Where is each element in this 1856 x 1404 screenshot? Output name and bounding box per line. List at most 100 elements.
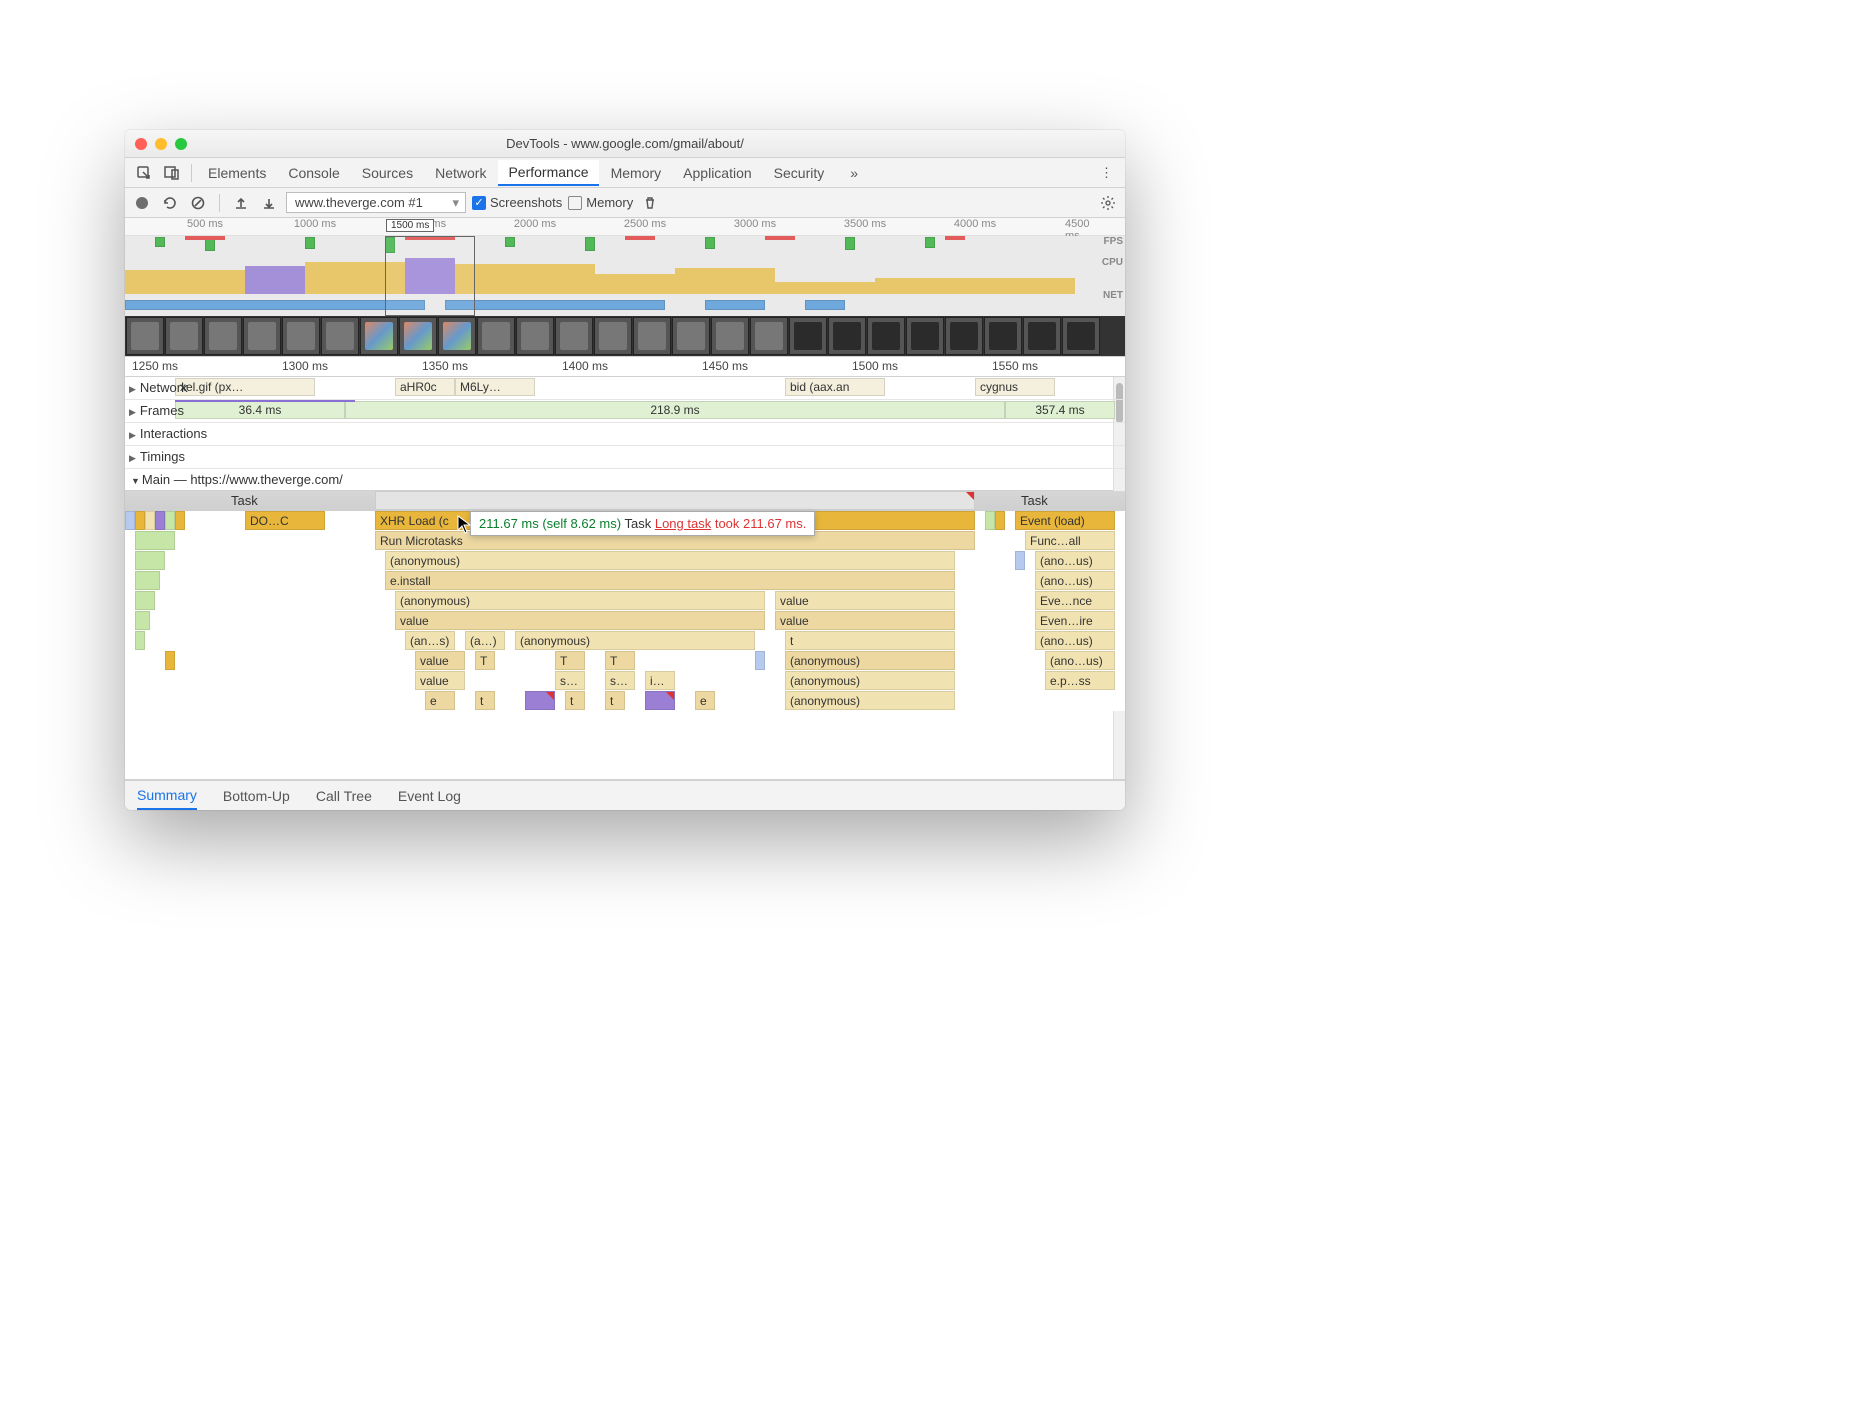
film-frame[interactable] [438, 317, 476, 355]
profile-select[interactable]: www.theverge.com #1 [286, 192, 466, 213]
interactions-track[interactable]: Interactions [125, 423, 1125, 446]
flame-purple[interactable] [525, 691, 555, 710]
tab-performance[interactable]: Performance [498, 160, 598, 186]
flame-value-r2[interactable]: value [775, 611, 955, 630]
flaseg[interactable] [135, 571, 160, 590]
flame-tlow[interactable]: t [475, 691, 495, 710]
flame-value[interactable]: value [395, 611, 765, 630]
flamechart[interactable]: DO…C XHR Load (c Event (load) Run Microt… [125, 511, 1125, 711]
flame-tlow3[interactable]: t [605, 691, 625, 710]
frame-bar[interactable]: 357.4 ms [1005, 401, 1115, 419]
film-frame[interactable] [711, 317, 749, 355]
titlebar[interactable]: DevTools - www.google.com/gmail/about/ [125, 130, 1125, 158]
film-frame[interactable] [477, 317, 515, 355]
tab-application[interactable]: Application [673, 161, 762, 185]
flame-e2[interactable]: e [695, 691, 715, 710]
filmstrip[interactable] [125, 316, 1125, 356]
reload-icon[interactable] [159, 192, 181, 214]
film-frame[interactable] [399, 317, 437, 355]
film-frame[interactable] [243, 317, 281, 355]
frames-track[interactable]: Frames 36.4 ms 218.9 ms 357.4 ms [125, 400, 1125, 423]
flame-T3[interactable]: T [605, 651, 635, 670]
film-frame[interactable] [165, 317, 203, 355]
flame-ano-us4[interactable]: (ano…us) [1045, 651, 1115, 670]
flaseg[interactable] [1015, 551, 1025, 570]
memory-checkbox[interactable]: Memory [568, 195, 633, 210]
flame-anonymous2[interactable]: (anonymous) [395, 591, 765, 610]
flame-segment[interactable] [135, 511, 145, 530]
film-frame[interactable] [633, 317, 671, 355]
tabs-overflow[interactable]: » [840, 161, 868, 185]
flaseg[interactable] [165, 651, 175, 670]
flaseg[interactable] [135, 611, 150, 630]
flame-segment[interactable] [145, 511, 155, 530]
film-frame[interactable] [204, 317, 242, 355]
flame-segment[interactable]: DO…C [245, 511, 325, 530]
screenshots-checkbox[interactable]: ✓ Screenshots [472, 195, 562, 210]
flame-t-right[interactable]: t [785, 631, 955, 650]
film-frame[interactable] [321, 317, 359, 355]
flame-value3[interactable]: value [415, 671, 465, 690]
film-frame[interactable] [282, 317, 320, 355]
flame-anon-r2[interactable]: (anonymous) [785, 671, 955, 690]
main-thread-header[interactable]: Main — https://www.theverge.com/ [125, 469, 1125, 491]
clear-icon[interactable] [187, 192, 209, 214]
network-item[interactable]: aHR0c [395, 378, 455, 396]
flaseg[interactable] [755, 651, 765, 670]
tab-console[interactable]: Console [278, 161, 349, 185]
flaseg[interactable] [135, 631, 145, 650]
zoom-button[interactable] [175, 138, 187, 150]
flame-T1[interactable]: T [475, 651, 495, 670]
film-frame[interactable] [789, 317, 827, 355]
tab-network[interactable]: Network [425, 161, 496, 185]
kebab-menu-icon[interactable]: ⋮ [1094, 165, 1119, 181]
flame-funcall[interactable]: Func…all [1025, 531, 1115, 550]
film-frame[interactable] [750, 317, 788, 355]
overview-ruler[interactable]: 500 ms 1000 ms 1500 ms 2000 ms 2500 ms 3… [125, 218, 1125, 236]
network-item[interactable]: xel.gif (px… [175, 378, 315, 396]
flame-e[interactable]: e [425, 691, 455, 710]
tracks-area[interactable]: Network xel.gif (px… aHR0c M6Ly… bid (aa… [125, 377, 1125, 780]
network-item[interactable]: cygnus [975, 378, 1055, 396]
flame-anon-r[interactable]: (anonymous) [785, 651, 955, 670]
network-item[interactable]: M6Ly… [455, 378, 535, 396]
frame-bar[interactable]: 36.4 ms [175, 401, 345, 419]
film-frame[interactable] [945, 317, 983, 355]
network-item[interactable]: bid (aax.an [785, 378, 885, 396]
timings-track[interactable]: Timings [125, 446, 1125, 469]
frame-bar[interactable]: 218.9 ms [345, 401, 1005, 419]
flame-anon-r3[interactable]: (anonymous) [785, 691, 955, 710]
flame-purple2[interactable] [645, 691, 675, 710]
film-frame[interactable] [828, 317, 866, 355]
flame-eve-nce[interactable]: Eve…nce [1035, 591, 1115, 610]
detail-ruler[interactable]: 1250 ms 1300 ms 1350 ms 1400 ms 1450 ms … [125, 357, 1125, 377]
tab-security[interactable]: Security [764, 161, 835, 185]
flame-even-ire[interactable]: Even…ire [1035, 611, 1115, 630]
flame-anonymous[interactable]: (anonymous) [385, 551, 955, 570]
flame-segment[interactable] [155, 511, 165, 530]
flame-tlow2[interactable]: t [565, 691, 585, 710]
flame-anonymous3[interactable]: (anonymous) [515, 631, 755, 650]
flame-value2[interactable]: value [415, 651, 465, 670]
overview-selection[interactable]: 1500 ms [385, 236, 475, 316]
film-frame[interactable] [906, 317, 944, 355]
tooltip-long-task-link[interactable]: Long task [655, 516, 711, 531]
flame-s2[interactable]: s… [605, 671, 635, 690]
flame-T2[interactable]: T [555, 651, 585, 670]
flaseg[interactable] [135, 551, 165, 570]
flame-segment[interactable] [125, 511, 135, 530]
flaseg[interactable] [135, 531, 175, 550]
flaseg[interactable] [135, 591, 155, 610]
overview-strip[interactable]: 500 ms 1000 ms 1500 ms 2000 ms 2500 ms 3… [125, 218, 1125, 357]
flame-event-load[interactable]: Event (load) [1015, 511, 1115, 530]
tab-bottom-up[interactable]: Bottom-Up [223, 783, 290, 809]
film-frame[interactable] [984, 317, 1022, 355]
flame-value-r[interactable]: value [775, 591, 955, 610]
long-task-bar[interactable] [375, 491, 975, 510]
film-frame[interactable] [555, 317, 593, 355]
task-strip[interactable]: Task Task Task [125, 491, 1125, 511]
flame-ano-us2[interactable]: (ano…us) [1035, 571, 1115, 590]
flame-segment[interactable] [165, 511, 175, 530]
flame-e-install[interactable]: e.install [385, 571, 955, 590]
film-frame[interactable] [1062, 317, 1100, 355]
